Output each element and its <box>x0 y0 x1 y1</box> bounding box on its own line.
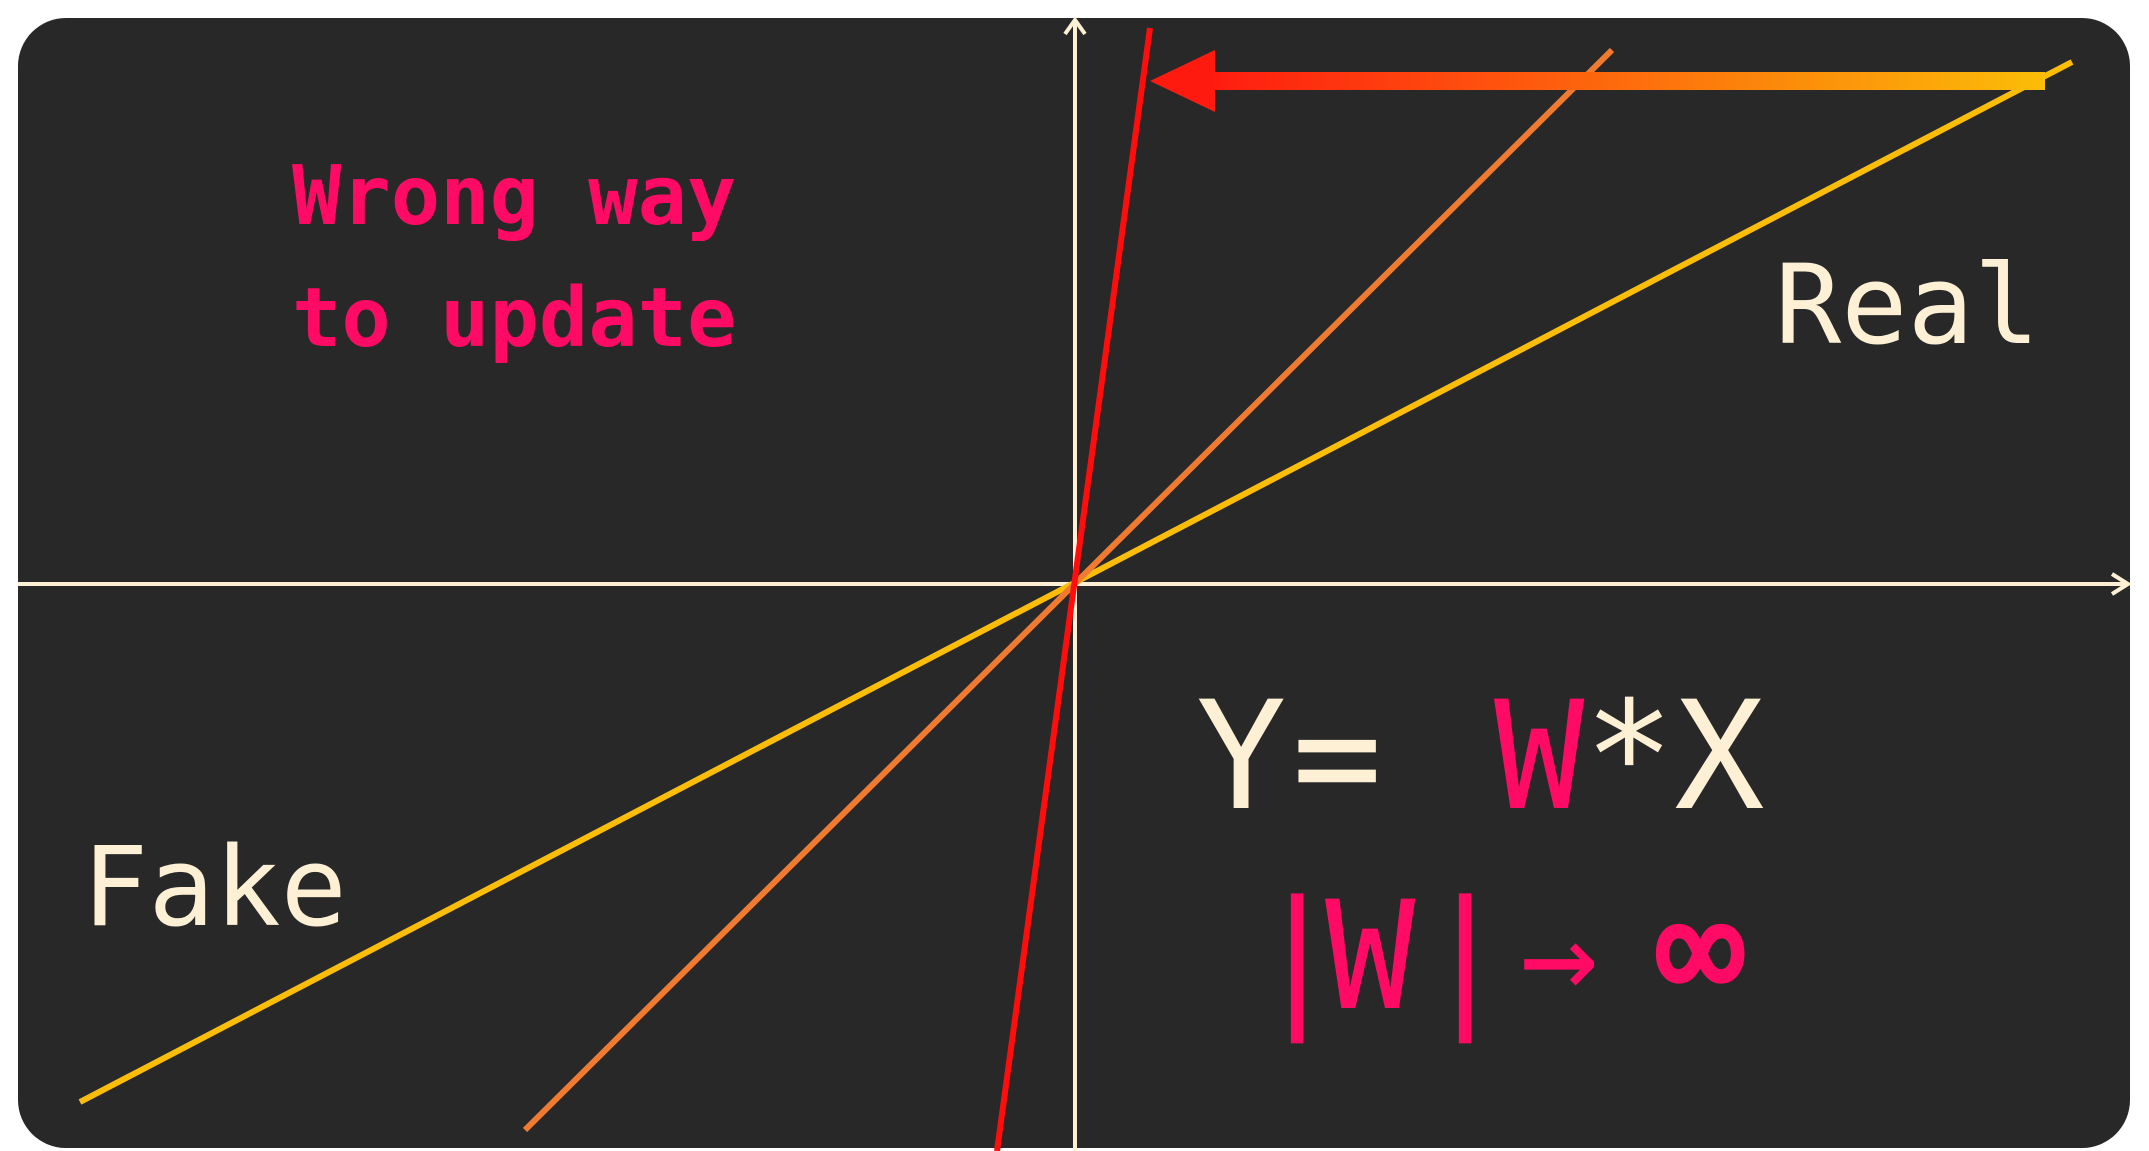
diagram-stage: Wrong way to update Real Fake Y = W *X |… <box>0 0 2149 1151</box>
equation-w: W <box>1494 670 1585 844</box>
label-fake: Fake <box>82 823 347 951</box>
equation-star-x: *X <box>1584 670 1765 844</box>
equation-y: Y <box>1196 670 1286 844</box>
infinity-symbol: ∞ <box>1655 862 1745 1036</box>
equation-equals: = <box>1292 670 1382 844</box>
limit-bar-right: | <box>1420 870 1510 1044</box>
diagram-svg: Wrong way to update Real Fake Y = W *X |… <box>18 16 2132 1151</box>
update-arrow-shaft <box>1200 72 2045 90</box>
caption-line-2: to update <box>292 271 736 366</box>
limit-arrow: → <box>1520 879 1598 1031</box>
limit-w: W <box>1325 870 1416 1044</box>
label-real: Real <box>1775 241 2040 369</box>
caption-line-1: Wrong way <box>292 149 736 244</box>
limit-expression: | W | → ∞ <box>1252 862 1745 1044</box>
